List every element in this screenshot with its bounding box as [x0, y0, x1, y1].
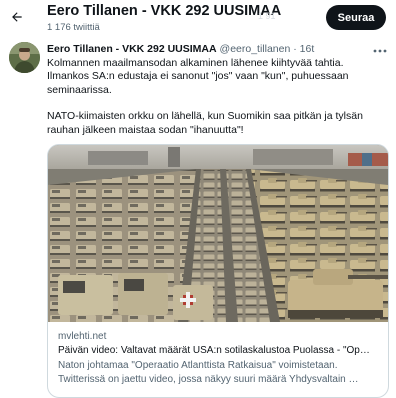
card-description-line: Naton johtamaa "Operaatio Atlanttista Ra…: [58, 360, 338, 371]
tweet-count: 1 176 twiittiä: [47, 22, 100, 33]
tweet-header: Eero Tillanen - VKK 292 UUSIMAA @eero_ti…: [47, 43, 314, 55]
tweet-paragraph: NATO-kiimaisten orkku on lähellä, kun Su…: [47, 110, 363, 136]
card-title: Päivän video: Valtavat määrät USA:n soti…: [58, 345, 370, 356]
back-button[interactable]: [6, 6, 28, 28]
author-name[interactable]: Eero Tillanen - VKK 292 UUSIMAA: [47, 43, 217, 55]
arrow-left-icon: [12, 12, 22, 22]
avatar[interactable]: [9, 42, 40, 73]
card-description-line: Twitterissä on jaettu video, jossa näkyy…: [58, 373, 359, 385]
card-domain: mvlehti.net: [58, 331, 107, 342]
avatar-image: [9, 42, 40, 73]
tweet-body: Kolmannen maailmansodan alkaminen lähene…: [47, 57, 389, 137]
card-image: [48, 145, 388, 322]
more-horizontal-icon: [373, 49, 387, 53]
follow-button[interactable]: Seuraa: [326, 5, 386, 30]
faded-count: 1 91: [258, 11, 276, 21]
link-preview-card[interactable]: mvlehti.net Päivän video: Valtavat määrä…: [47, 144, 389, 398]
tweet-paragraph: Kolmannen maailmansodan alkaminen lähene…: [47, 57, 349, 96]
author-handle[interactable]: @eero_tillanen · 16t: [220, 43, 315, 55]
card-description: Naton johtamaa "Operaatio Atlanttista Ra…: [58, 359, 383, 386]
profile-title: Eero Tillanen - VKK 292 UUSIMAA: [47, 3, 282, 19]
profile-header: Eero Tillanen - VKK 292 UUSIMAA 1 176 tw…: [0, 0, 396, 40]
more-options-button[interactable]: [372, 43, 388, 53]
